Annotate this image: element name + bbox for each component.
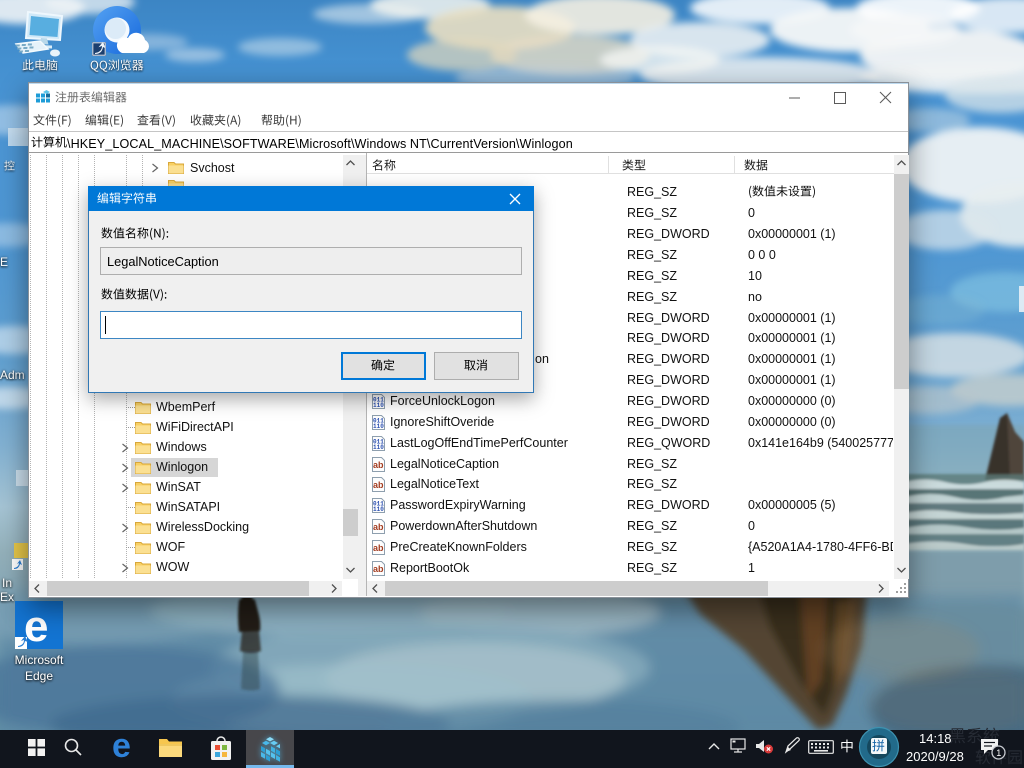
- svg-text:ab: ab: [373, 543, 384, 553]
- svg-text:e: e: [24, 602, 48, 649]
- svg-text:ab: ab: [373, 460, 384, 470]
- svg-text:ab: ab: [373, 522, 384, 532]
- svg-text:ab: ab: [373, 564, 384, 574]
- svg-text:110: 110: [373, 444, 384, 451]
- svg-text:110: 110: [373, 423, 384, 430]
- svg-text:110: 110: [373, 402, 384, 409]
- svg-text:ab: ab: [373, 480, 384, 490]
- svg-text:110: 110: [373, 506, 384, 513]
- svg-text:1: 1: [996, 748, 1001, 758]
